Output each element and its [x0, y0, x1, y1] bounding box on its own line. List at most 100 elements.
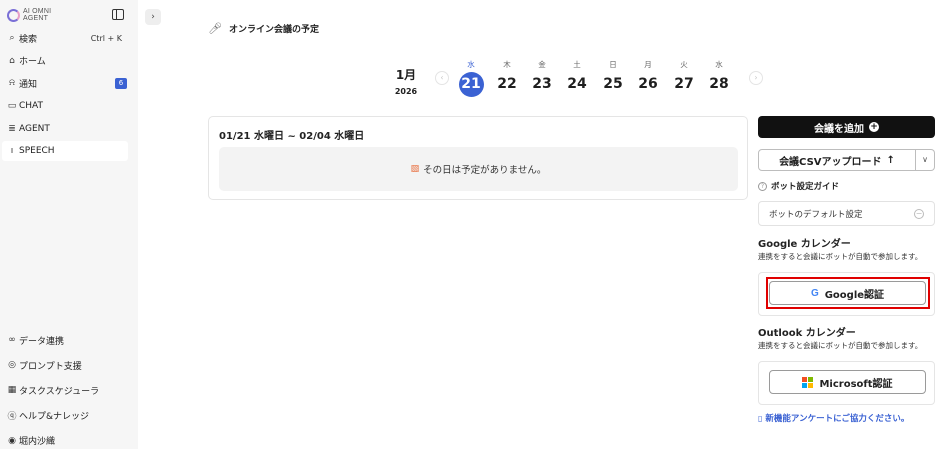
csv-upload-label: 会議CSVアップロード: [779, 156, 882, 168]
date-number: 26: [638, 76, 658, 92]
logo-line-1: AI OMNI: [23, 8, 52, 15]
next-week-button[interactable]: ›: [749, 71, 763, 85]
user-icon: ◉: [8, 435, 16, 446]
sidebar-item-scheduler[interactable]: ▦ タスクスケジューラ: [2, 380, 128, 400]
notification-badge: 6: [115, 78, 127, 90]
bot-guide-link[interactable]: ? ボット設定ガイド: [758, 180, 839, 192]
plus-circle-icon: +: [869, 122, 879, 132]
microsoft-auth-card: Microsoft認証: [758, 361, 935, 405]
chevron-down-icon: ∨: [922, 155, 928, 164]
minus-circle-icon: −: [914, 209, 924, 219]
schedule-card: 01/21 水曜日 ~ 02/04 水曜日 ▧ その日は予定がありません。: [208, 116, 748, 200]
sidebar-item-chat[interactable]: ▭ CHAT: [2, 96, 128, 116]
outlook-calendar-title: Outlook カレンダー: [758, 328, 856, 339]
google-calendar-title: Google カレンダー: [758, 239, 851, 250]
year-label: 2026: [394, 87, 418, 96]
microsoft-auth-button[interactable]: Microsoft認証: [769, 370, 926, 394]
date-cell[interactable]: 日 25: [598, 59, 628, 97]
google-calendar-desc: 連携をすると会議にボットが自動で参加します。: [758, 252, 923, 261]
weekday-label: 土: [573, 60, 581, 69]
agent-icon: ≣: [8, 123, 16, 134]
csv-dropdown-button[interactable]: ∨: [916, 149, 935, 171]
weekday-label: 金: [538, 60, 546, 69]
weekday-label: 木: [503, 60, 511, 69]
app-logo[interactable]: AI OMNI AGENT: [7, 8, 51, 22]
sidebar: AI OMNI AGENT ⌕ 検索 Ctrl + K ⌂ ホーム ⍾ 通知 6…: [0, 0, 138, 449]
sidebar-item-prompt[interactable]: ◎ プロンプト支援: [2, 355, 128, 375]
sidebar-item-label: ホーム: [19, 57, 46, 68]
microsoft-icon: [802, 376, 814, 388]
weekday-label: 水: [715, 60, 723, 69]
date-cell[interactable]: 木 22: [492, 59, 522, 97]
microphone-icon: 🎤︎: [208, 22, 222, 35]
logo-line-2: AGENT: [23, 15, 49, 22]
empty-state: ▧ その日は予定がありません。: [219, 147, 738, 191]
date-number: 21: [458, 72, 484, 97]
search-icon: ⌕: [9, 33, 15, 43]
add-meeting-label: 会議を追加: [814, 123, 864, 135]
date-number: 25: [603, 76, 623, 92]
sidebar-item-home[interactable]: ⌂ ホーム: [2, 51, 128, 71]
bot-default-settings[interactable]: ボットのデフォルト設定 −: [758, 201, 935, 226]
month-year: 1月 2026: [394, 66, 418, 96]
sidebar-item-agent[interactable]: ≣ AGENT: [2, 119, 128, 139]
sidebar-nav: ⌕ 検索 Ctrl + K ⌂ ホーム ⍾ 通知 6 ▭ CHAT ≣ AGEN…: [0, 28, 138, 164]
date-number: 24: [567, 76, 587, 92]
bot-guide-label: ボット設定ガイド: [771, 182, 840, 192]
sidebar-toggle-icon[interactable]: [112, 9, 124, 20]
question-icon: ?: [758, 181, 767, 191]
date-cell[interactable]: 月 26: [633, 59, 663, 97]
survey-link[interactable]: ▯ 新機能アンケートにご協力ください。: [758, 412, 910, 425]
sidebar-item-speech[interactable]: ı SPEECH: [2, 141, 128, 162]
weekday-label: 火: [680, 60, 688, 69]
logo-icon: [7, 8, 20, 22]
date-number: 22: [497, 76, 517, 92]
date-cell[interactable]: 土 24: [562, 59, 592, 97]
date-number: 28: [709, 76, 729, 92]
month-label: 1月: [395, 68, 417, 82]
calendar-icon: ▦: [7, 385, 17, 396]
date-cell[interactable]: 金 23: [527, 59, 557, 97]
upload-arrow-icon: ↑: [886, 154, 895, 166]
date-cell[interactable]: 火 27: [669, 59, 699, 97]
date-range: 01/21 水曜日 ~ 02/04 水曜日: [219, 131, 365, 142]
sidebar-item-notifications[interactable]: ⍾ 通知 6: [2, 73, 128, 93]
bell-icon: ⍾: [9, 78, 15, 89]
weekday-label: 日: [609, 60, 617, 69]
sidebar-item-label: データ連携: [19, 336, 65, 347]
sidebar-item-data-link[interactable]: ∞ データ連携: [2, 330, 128, 350]
survey-label: 新機能アンケートにご協力ください。: [765, 414, 910, 424]
document-icon: ▯: [758, 413, 763, 423]
sidebar-item-label: SPEECH: [19, 146, 55, 157]
sidebar-item-label: 堀内沙織: [19, 437, 56, 448]
add-meeting-button[interactable]: 会議を追加 +: [758, 116, 935, 138]
calendar-icon: ▧: [410, 164, 420, 174]
csv-upload-button[interactable]: 会議CSVアップロード ↑: [758, 149, 916, 171]
sidebar-item-user[interactable]: ◉ 堀内沙織: [2, 431, 128, 449]
sidebar-item-label: 検索: [19, 34, 38, 45]
chevron-right-icon[interactable]: ›: [145, 9, 161, 25]
date-number: 27: [674, 76, 694, 92]
sidebar-item-label: プロンプト支援: [19, 361, 82, 372]
sidebar-item-label: ヘルプ&ナレッジ: [19, 412, 90, 423]
home-icon: ⌂: [9, 55, 15, 66]
sidebar-item-label: 通知: [19, 79, 38, 90]
microsoft-auth-label: Microsoft認証: [819, 378, 893, 390]
sidebar-bottom-nav: ∞ データ連携 ◎ プロンプト支援 ▦ タスクスケジューラ ⓠ ヘルプ&ナレッジ…: [0, 330, 138, 449]
weekday-label: 月: [644, 60, 652, 69]
sidebar-item-label: CHAT: [19, 101, 44, 112]
page-title: オンライン会議の予定: [228, 25, 319, 35]
sidebar-item-label: タスクスケジューラ: [19, 386, 100, 397]
mic-icon: ı: [10, 146, 14, 157]
prev-week-button[interactable]: ‹: [435, 71, 449, 85]
empty-message: その日は予定がありません。: [423, 165, 547, 176]
date-cell[interactable]: 水 21: [456, 59, 486, 97]
date-cell[interactable]: 水 28: [704, 59, 734, 97]
sidebar-item-search[interactable]: ⌕ 検索 Ctrl + K: [2, 28, 128, 48]
chat-icon: ▭: [7, 101, 17, 112]
help-icon: ⓠ: [7, 412, 17, 423]
outlook-calendar-desc: 連携をすると会議にボットが自動で参加します。: [758, 341, 923, 350]
highlight-box: [766, 277, 930, 309]
sidebar-item-help[interactable]: ⓠ ヘルプ&ナレッジ: [2, 406, 128, 426]
shortcut-hint: Ctrl + K: [90, 33, 122, 43]
